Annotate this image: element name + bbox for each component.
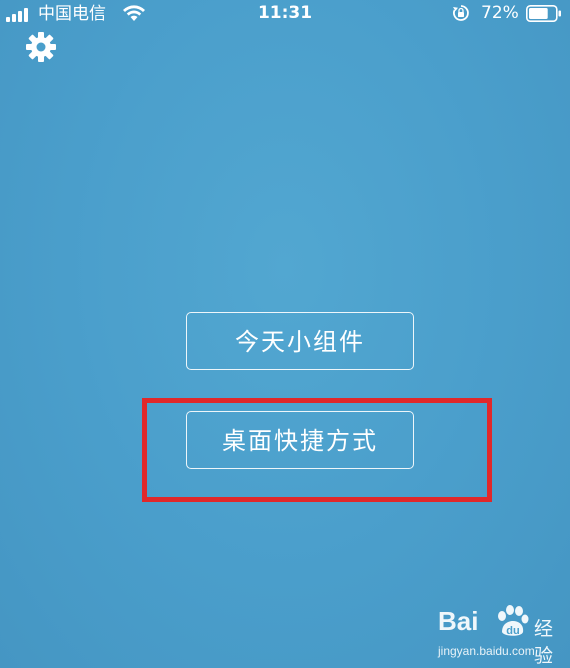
battery-percent: 72% <box>481 3 519 23</box>
svg-text:du: du <box>506 625 519 637</box>
today-widget-button[interactable]: 今天小组件 <box>186 312 414 370</box>
watermark-jingyan-text: 经验 <box>534 618 554 667</box>
desktop-shortcut-button[interactable]: 桌面快捷方式 <box>186 411 414 469</box>
watermark-url: jingyan.baidu.com <box>438 644 535 658</box>
gear-icon[interactable] <box>24 30 58 64</box>
battery-icon <box>526 5 561 22</box>
paw-icon: du <box>498 605 529 637</box>
watermark-logo-text: Bai <box>438 606 479 636</box>
rotation-lock-icon <box>453 5 469 21</box>
status-bar: 中国电信 11:31 72% <box>0 0 570 30</box>
watermark: Bai du 经验 jingyan.baidu.com <box>430 604 566 667</box>
